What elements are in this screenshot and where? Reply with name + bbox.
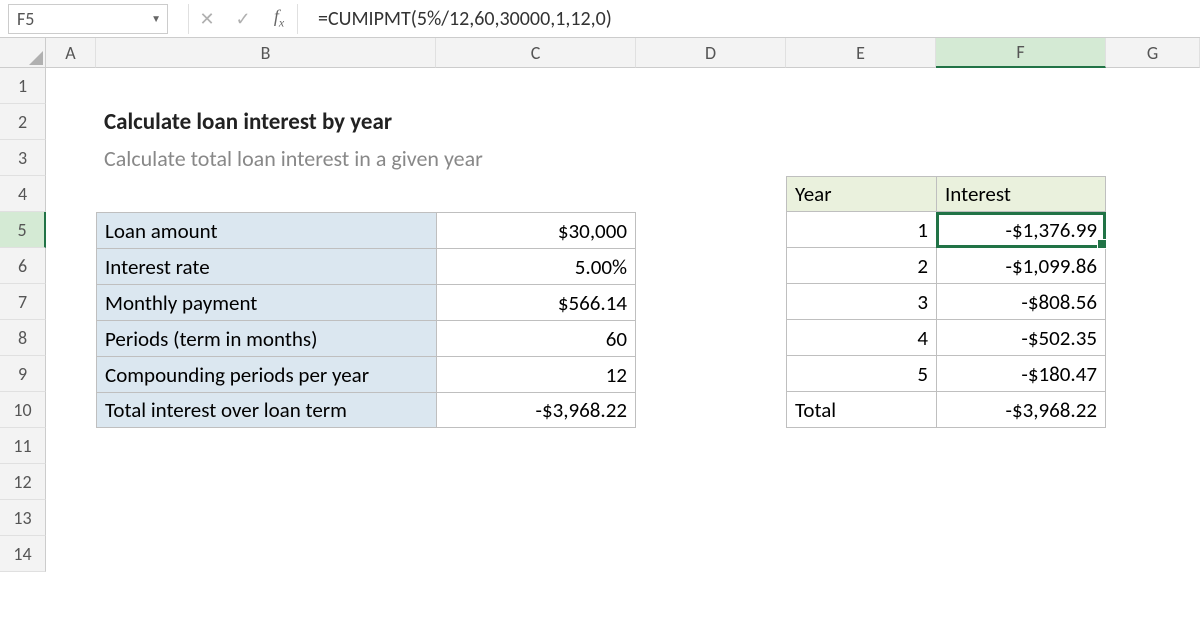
loan-value[interactable]: $566.14 — [436, 284, 636, 320]
row-head-3[interactable]: 3 — [0, 140, 46, 176]
row-head-7[interactable]: 7 — [0, 284, 46, 320]
col-head-E[interactable]: E — [786, 38, 936, 68]
row-head-14[interactable]: 14 — [0, 536, 46, 572]
spreadsheet-grid[interactable]: A B C D E F G 1 2 3 4 5 6 7 8 9 10 11 12… — [0, 38, 1200, 630]
loan-value[interactable]: 12 — [436, 356, 636, 392]
loan-value[interactable]: -$3,968.22 — [436, 392, 636, 428]
row-head-4[interactable]: 4 — [0, 176, 46, 212]
loan-label[interactable]: Monthly payment — [96, 284, 436, 320]
col-head-B[interactable]: B — [96, 38, 436, 68]
col-head-C[interactable]: C — [436, 38, 636, 68]
page-subtitle: Calculate total loan interest in a given… — [96, 140, 936, 176]
col-head-D[interactable]: D — [636, 38, 786, 68]
select-all-corner[interactable] — [0, 38, 46, 68]
year-cell[interactable]: 5 — [786, 356, 936, 392]
total-value[interactable]: -$3,968.22 — [936, 392, 1106, 428]
interest-cell[interactable]: -$1,376.99 — [936, 212, 1106, 248]
interest-cell[interactable]: -$180.47 — [936, 356, 1106, 392]
year-cell[interactable]: 3 — [786, 284, 936, 320]
row-head-11[interactable]: 11 — [0, 428, 46, 464]
year-cell[interactable]: 2 — [786, 248, 936, 284]
row-head-13[interactable]: 13 — [0, 500, 46, 536]
formula-input[interactable]: =CUMIPMT(5%/12,60,30000,1,12,0) — [298, 4, 1200, 34]
col-head-A[interactable]: A — [46, 38, 96, 68]
row-head-2[interactable]: 2 — [0, 104, 46, 140]
cancel-icon[interactable]: ✕ — [189, 8, 225, 30]
page-title: Calculate loan interest by year — [96, 104, 786, 140]
loan-label[interactable]: Interest rate — [96, 248, 436, 284]
row-head-10[interactable]: 10 — [0, 392, 46, 428]
col-head-G[interactable]: G — [1106, 38, 1200, 68]
interest-cell[interactable]: -$808.56 — [936, 284, 1106, 320]
interest-cell[interactable]: -$502.35 — [936, 320, 1106, 356]
loan-value[interactable]: $30,000 — [436, 212, 636, 248]
total-label[interactable]: Total — [786, 392, 936, 428]
col-head-F[interactable]: F — [936, 38, 1106, 68]
interest-cell[interactable]: -$1,099.86 — [936, 248, 1106, 284]
dropdown-icon[interactable]: ▼ — [151, 12, 161, 25]
row-head-8[interactable]: 8 — [0, 320, 46, 356]
name-box[interactable]: F5 ▼ — [8, 4, 168, 34]
row-head-1[interactable]: 1 — [0, 68, 46, 104]
loan-value[interactable]: 60 — [436, 320, 636, 356]
loan-label[interactable]: Periods (term in months) — [96, 320, 436, 356]
loan-value[interactable]: 5.00% — [436, 248, 636, 284]
row-head-12[interactable]: 12 — [0, 464, 46, 500]
row-head-9[interactable]: 9 — [0, 356, 46, 392]
loan-label[interactable]: Loan amount — [96, 212, 436, 248]
name-box-value: F5 — [17, 8, 34, 30]
year-cell[interactable]: 4 — [786, 320, 936, 356]
formula-bar: F5 ▼ ✕ ✓ fx =CUMIPMT(5%/12,60,30000,1,12… — [0, 0, 1200, 38]
fx-icon[interactable]: fx — [261, 6, 297, 31]
enter-icon[interactable]: ✓ — [225, 8, 261, 30]
loan-label[interactable]: Compounding periods per year — [96, 356, 436, 392]
loan-label[interactable]: Total interest over loan term — [96, 392, 436, 428]
interest-header[interactable]: Interest — [936, 176, 1106, 212]
year-cell[interactable]: 1 — [786, 212, 936, 248]
year-header[interactable]: Year — [786, 176, 936, 212]
row-head-6[interactable]: 6 — [0, 248, 46, 284]
row-head-5[interactable]: 5 — [0, 212, 46, 248]
